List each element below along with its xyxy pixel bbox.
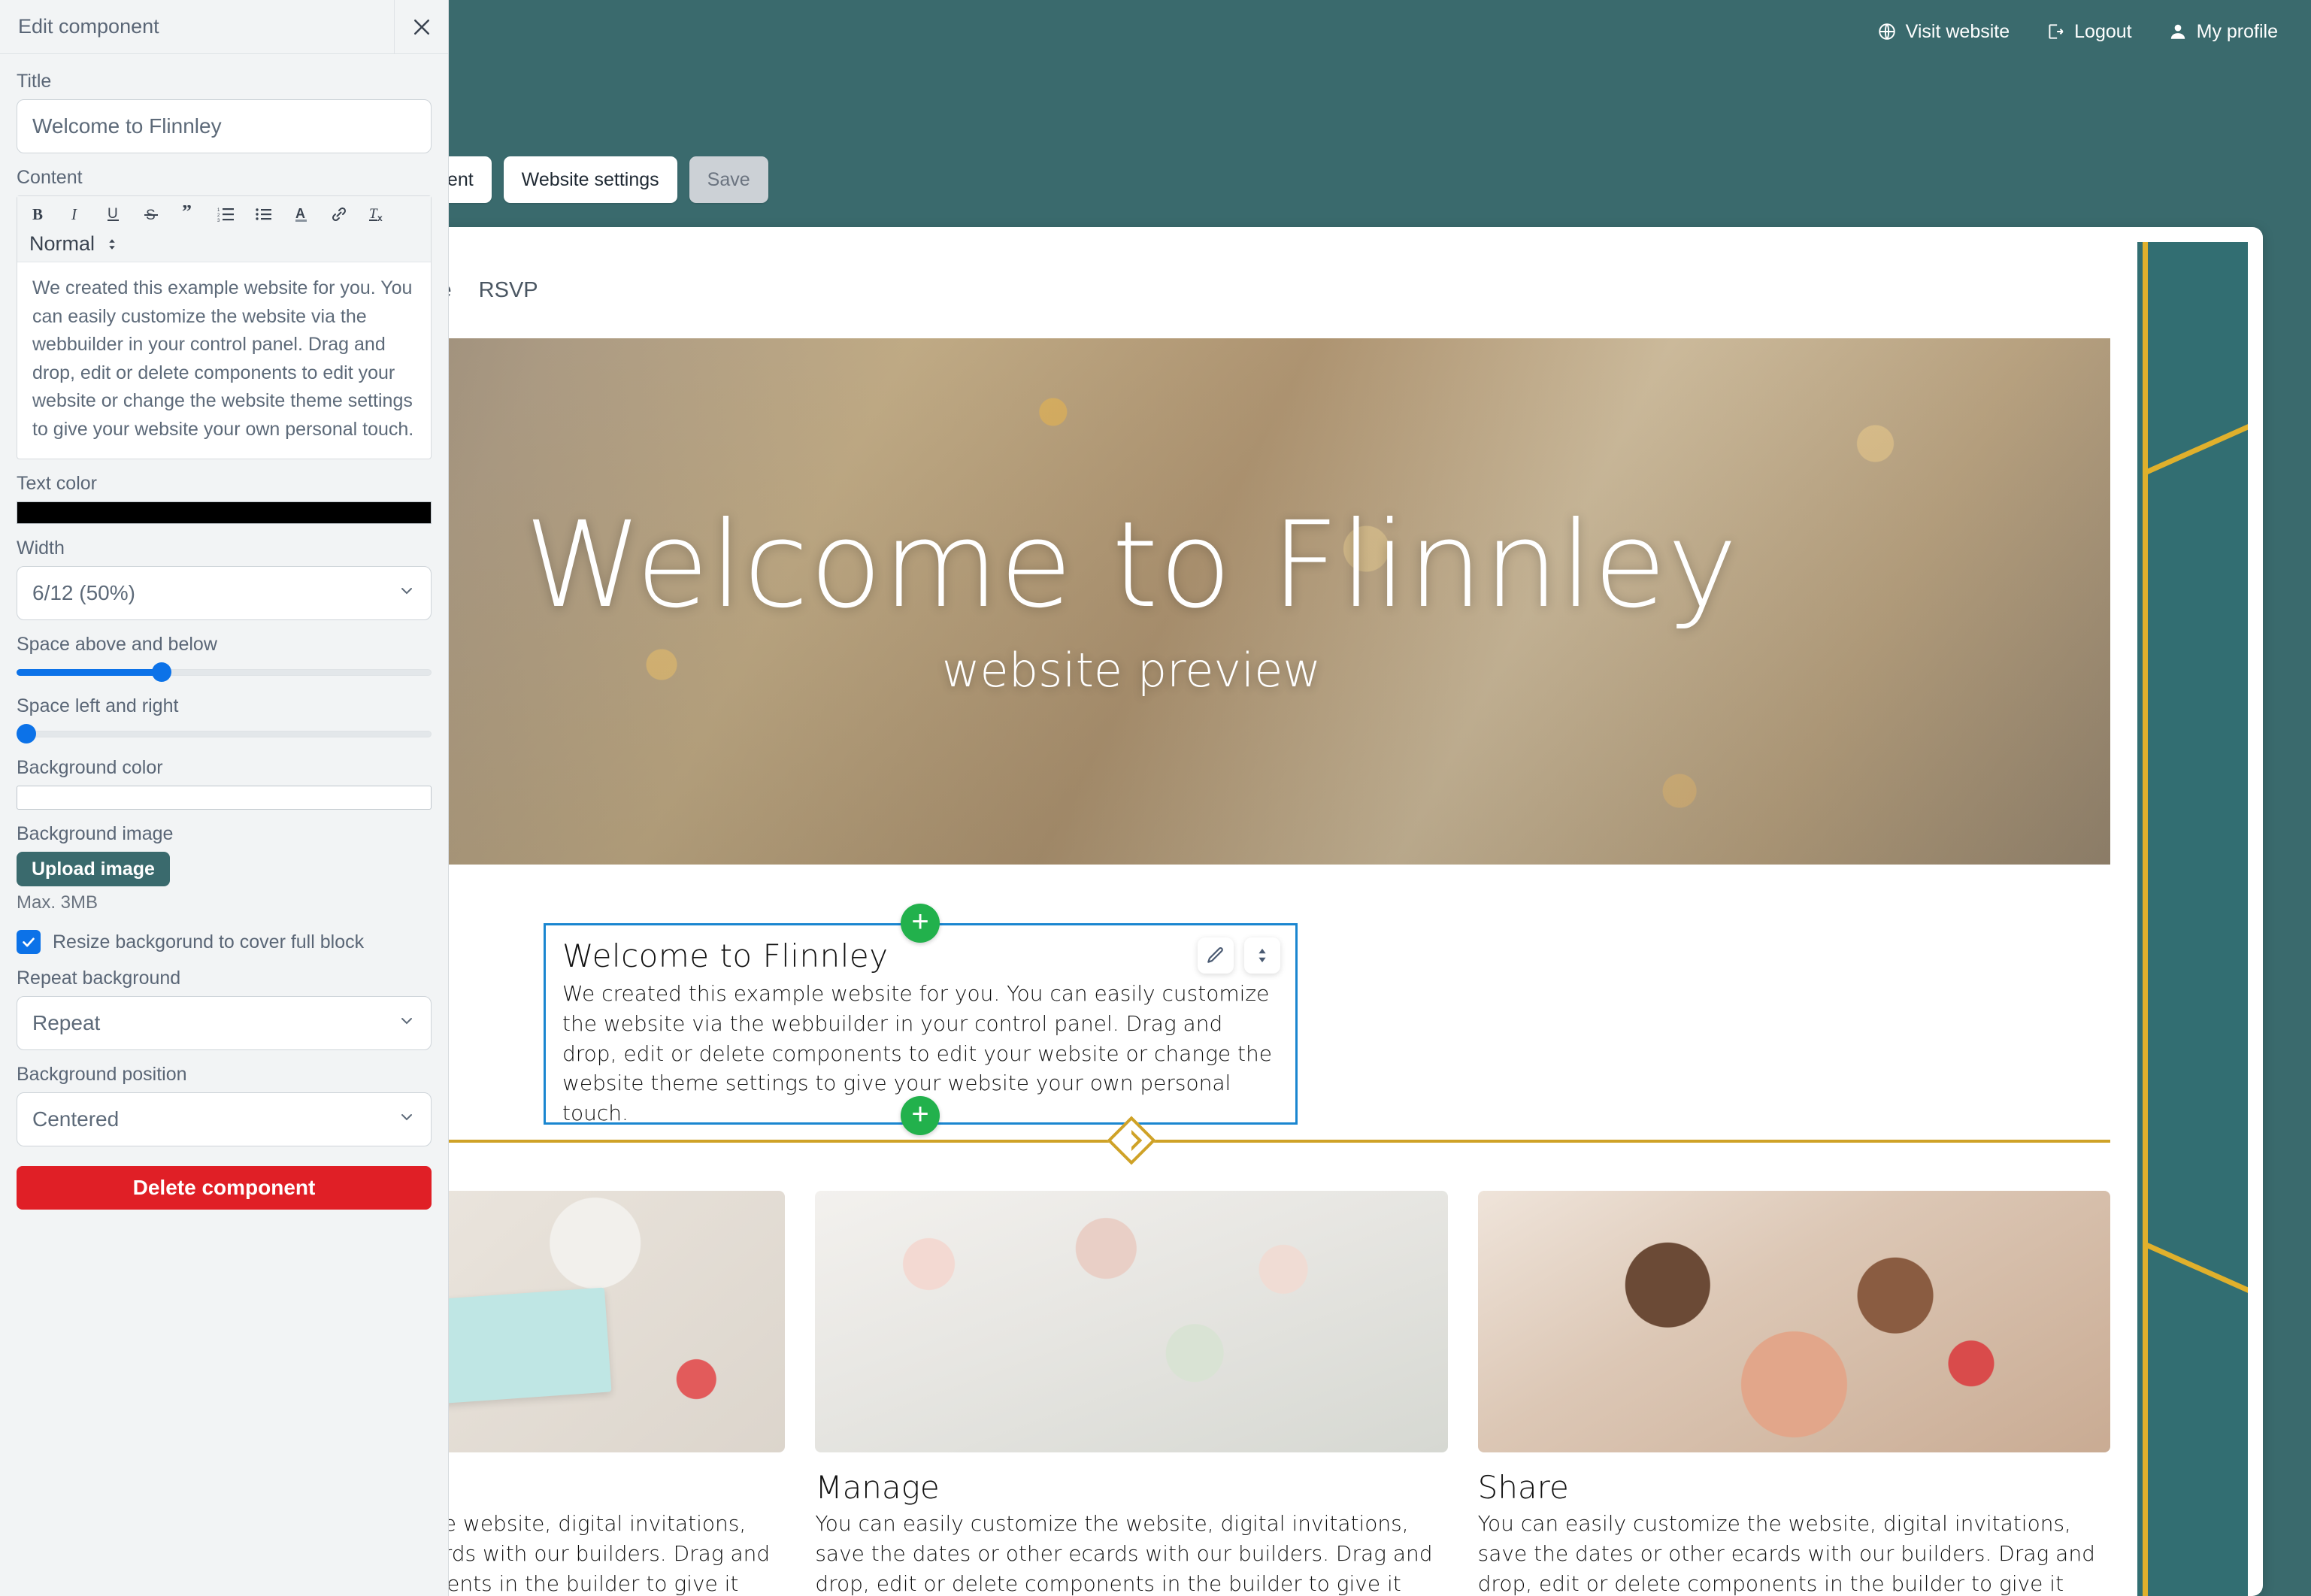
rich-text-editor: B I U S ” 123 A T x Normal We created th… [17,195,432,459]
upload-image-button[interactable]: Upload image [17,852,170,886]
svg-text:A: A [295,206,305,221]
content-field-label: Content [17,167,83,188]
delete-component-button[interactable]: Delete component [17,1166,432,1210]
bold-icon[interactable]: B [28,204,49,225]
text-color-label: Text color [17,473,97,494]
hero-subtitle: website preview [941,643,1322,698]
underline-icon[interactable]: U [103,204,124,225]
move-updown-icon[interactable] [1244,937,1280,974]
save-button[interactable]: Save [689,156,768,203]
format-select[interactable]: Normal [29,232,95,256]
upload-hint: Max. 3MB [17,892,98,913]
gold-diagonal-top-right [2144,421,2248,475]
selected-component[interactable]: Welcome to Flinnley We created this exam… [544,923,1298,1125]
blockquote-icon[interactable]: ” [178,204,199,225]
italic-icon[interactable]: I [65,204,86,225]
card-text: You can easily customize the website, di… [1477,1511,2095,1596]
logout-link[interactable]: Logout [2046,20,2132,43]
background-position-value: Centered [32,1107,120,1131]
background-color-swatch[interactable] [17,786,432,810]
feature-card[interactable]: Share You can easily customize the websi… [1477,1191,2110,1596]
svg-text:3: 3 [217,219,220,223]
clear-format-icon[interactable]: T x [366,204,389,225]
background-image-label: Background image [17,823,174,844]
rte-toolbar: B I U S ” 123 A T x Normal [17,196,431,262]
svg-text:B: B [32,205,43,223]
strikethrough-icon[interactable]: S [141,204,162,225]
edit-panel-header: Edit component [0,0,448,54]
user-icon [2168,22,2188,41]
background-position-label: Background position [17,1064,187,1085]
edit-panel-title: Edit component [18,15,159,38]
space-vertical-label: Space above and below [17,634,217,655]
checkmark-icon [17,930,41,954]
site-nav-item-rsvp[interactable]: RSVP [479,278,538,303]
repeat-background-value: Repeat [32,1011,101,1034]
card-title: Share [1477,1469,1569,1506]
pencil-icon[interactable] [1198,937,1234,974]
svg-text:”: ” [182,205,192,223]
title-input[interactable] [17,99,432,153]
repeat-background-label: Repeat background [17,968,181,989]
space-vertical-slider[interactable] [17,662,432,682]
space-horizontal-label: Space left and right [17,695,179,716]
selected-component-title: Welcome to Flinnley [562,937,889,974]
my-profile-label: My profile [2196,20,2278,42]
content-editor[interactable]: We created this example website for you.… [17,262,431,459]
chevron-updown-icon[interactable] [105,236,119,253]
chevron-down-icon [398,1011,416,1035]
logout-label: Logout [2074,20,2132,42]
bullet-list-icon[interactable] [253,204,274,225]
chevron-down-icon [398,581,416,605]
width-select[interactable]: 6/12 (50%) [17,566,432,620]
background-position-select[interactable]: Centered [17,1092,432,1146]
background-color-label: Background color [17,757,163,778]
resize-background-label: Resize backgorund to cover full block [53,931,365,952]
gold-diagonal-bottom-right [2144,1242,2248,1296]
svg-text:U: U [108,206,118,222]
width-select-value: 6/12 (50%) [32,581,135,604]
width-label: Width [17,538,65,559]
card-image [1477,1191,2110,1452]
svg-text:x: x [377,213,383,223]
globe-icon [1877,22,1897,41]
resize-background-checkbox[interactable]: Resize backgorund to cover full block [17,930,432,954]
close-icon[interactable] [394,0,448,53]
svg-text:2: 2 [217,214,220,218]
hero-title: Welcome to Flinnley [524,495,1739,634]
link-icon[interactable] [329,204,350,225]
card-title: Manage [815,1469,940,1506]
svg-text:1: 1 [217,208,220,213]
my-profile-link[interactable]: My profile [2168,21,2278,43]
chevron-down-icon [398,1107,416,1131]
visit-website-label: Visit website [1905,20,2010,42]
logout-icon [2046,22,2065,41]
website-settings-button[interactable]: Website settings [503,156,677,203]
edit-component-panel: Edit component Title Content B I [0,0,449,1596]
feature-card[interactable]: Manage You can easily customize the webs… [815,1191,1448,1596]
component-tools [1198,937,1280,974]
visit-website-link[interactable]: Visit website [1877,21,2010,43]
card-text: You can easily customize the website, di… [815,1511,1433,1596]
space-horizontal-slider[interactable] [17,724,432,743]
ordered-list-icon[interactable]: 123 [216,204,237,225]
add-component-above-button[interactable]: + [901,904,940,943]
svg-text:I: I [71,205,77,223]
top-bar-links: Visit website Logout My profile [1877,21,2278,43]
text-color-swatch[interactable] [17,501,432,524]
gold-rail-right [2143,242,2148,1596]
title-field-label: Title [17,71,52,92]
repeat-background-select[interactable]: Repeat [17,996,432,1050]
font-color-icon[interactable]: A [291,204,312,225]
card-image [815,1191,1448,1452]
